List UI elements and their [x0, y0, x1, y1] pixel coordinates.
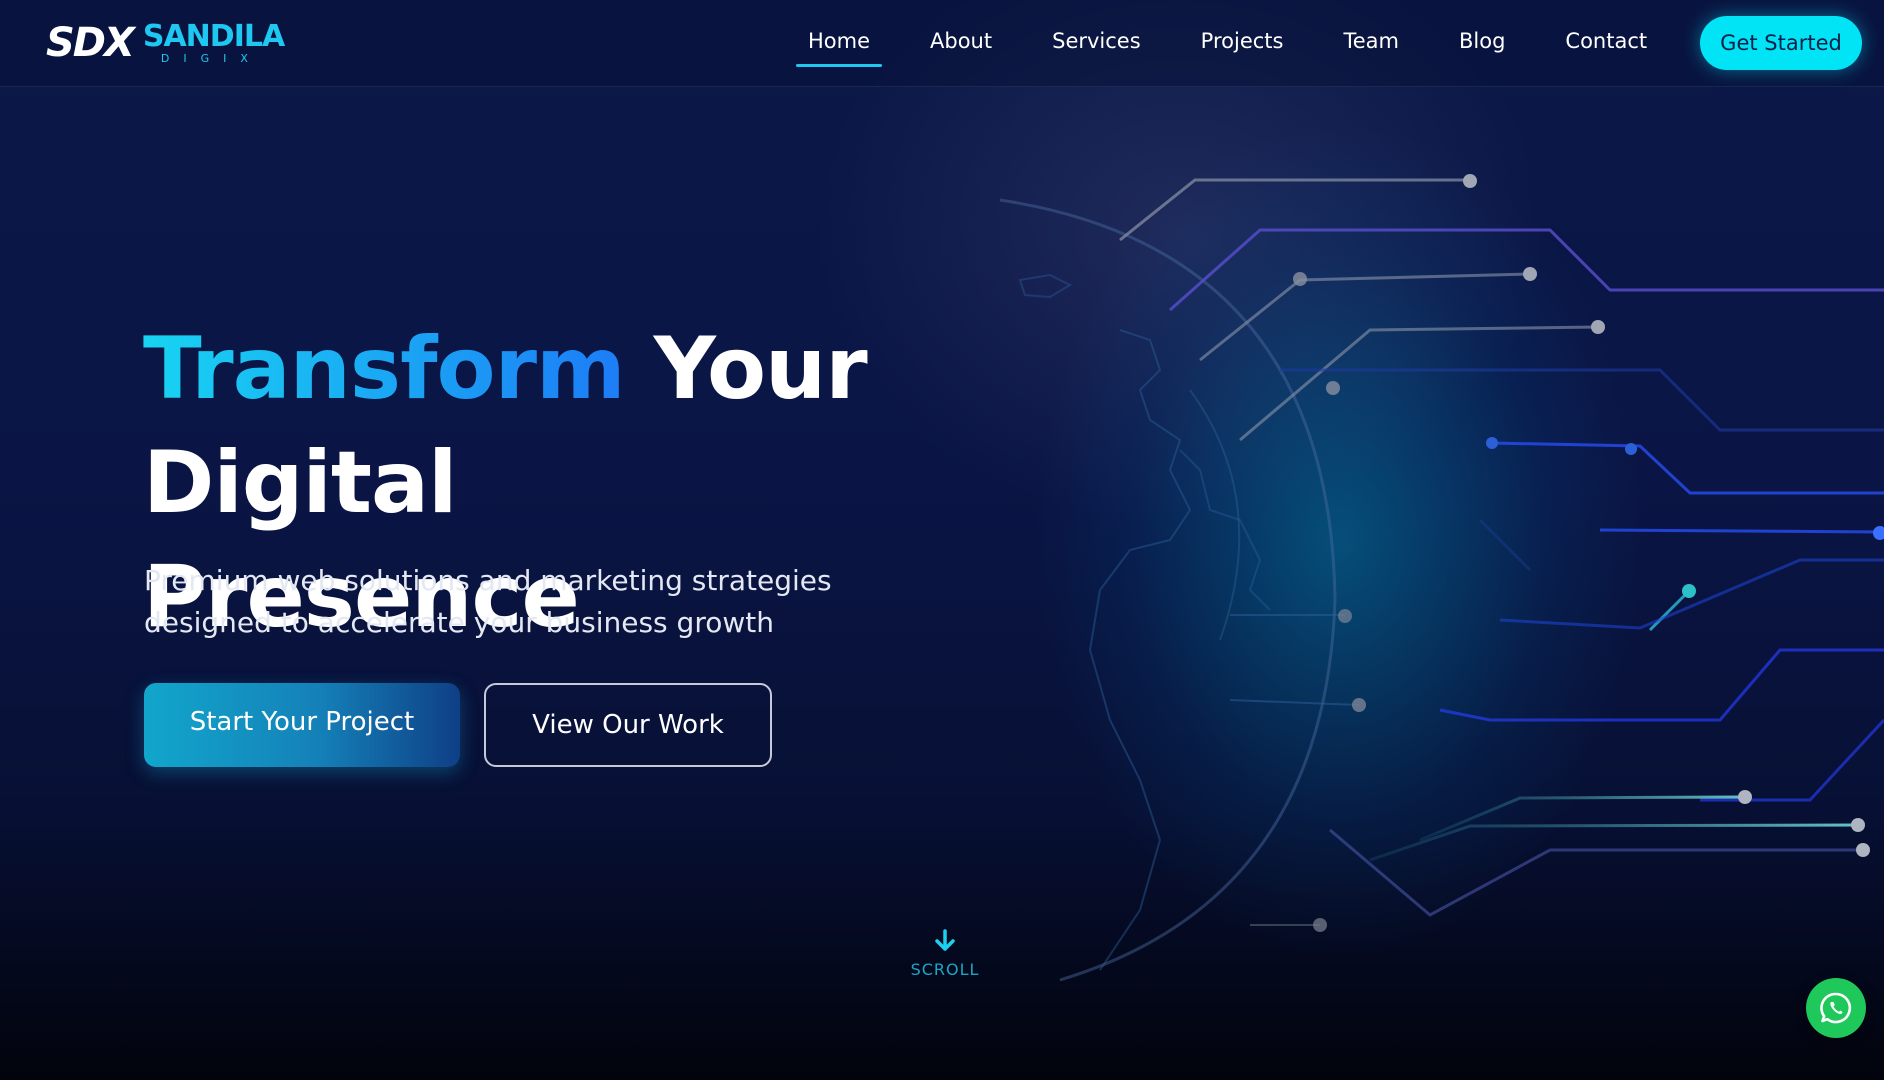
nav-item-about[interactable]: About	[930, 0, 992, 87]
get-started-button[interactable]: Get Started	[1700, 16, 1862, 70]
whatsapp-icon	[1820, 992, 1852, 1024]
hero-title-accent: Transform	[143, 319, 626, 419]
hero-subtitle: Premium web solutions and marketing stra…	[144, 564, 832, 639]
whatsapp-chat-button[interactable]	[1806, 978, 1866, 1038]
main-nav: Home About Services Projects Team Blog C…	[795, 0, 1707, 87]
start-project-button[interactable]: Start Your Project	[144, 683, 460, 767]
nav-item-team[interactable]: Team	[1343, 0, 1399, 87]
arrow-down-icon	[935, 929, 955, 951]
logo-subtitle: DIGIX	[160, 52, 262, 65]
nav-item-contact[interactable]: Contact	[1565, 0, 1647, 87]
nav-item-blog[interactable]: Blog	[1459, 0, 1505, 87]
nav-item-home[interactable]: Home	[795, 0, 883, 87]
scroll-label: SCROLL	[910, 960, 980, 979]
brand-logo[interactable]: SDX SANDILA DIGIX	[46, 19, 285, 66]
scroll-indicator[interactable]: SCROLL	[895, 928, 995, 979]
nav-item-services[interactable]: Services	[1052, 0, 1141, 87]
top-navbar: SDX SANDILA DIGIX Home About Services Pr…	[0, 0, 1884, 87]
view-work-button[interactable]: View Our Work	[484, 683, 772, 767]
logo-mark: SDX	[46, 20, 135, 66]
logo-name: SANDILA	[142, 19, 285, 54]
logo-text: SANDILA DIGIX	[142, 19, 285, 65]
nav-item-projects[interactable]: Projects	[1201, 0, 1284, 87]
